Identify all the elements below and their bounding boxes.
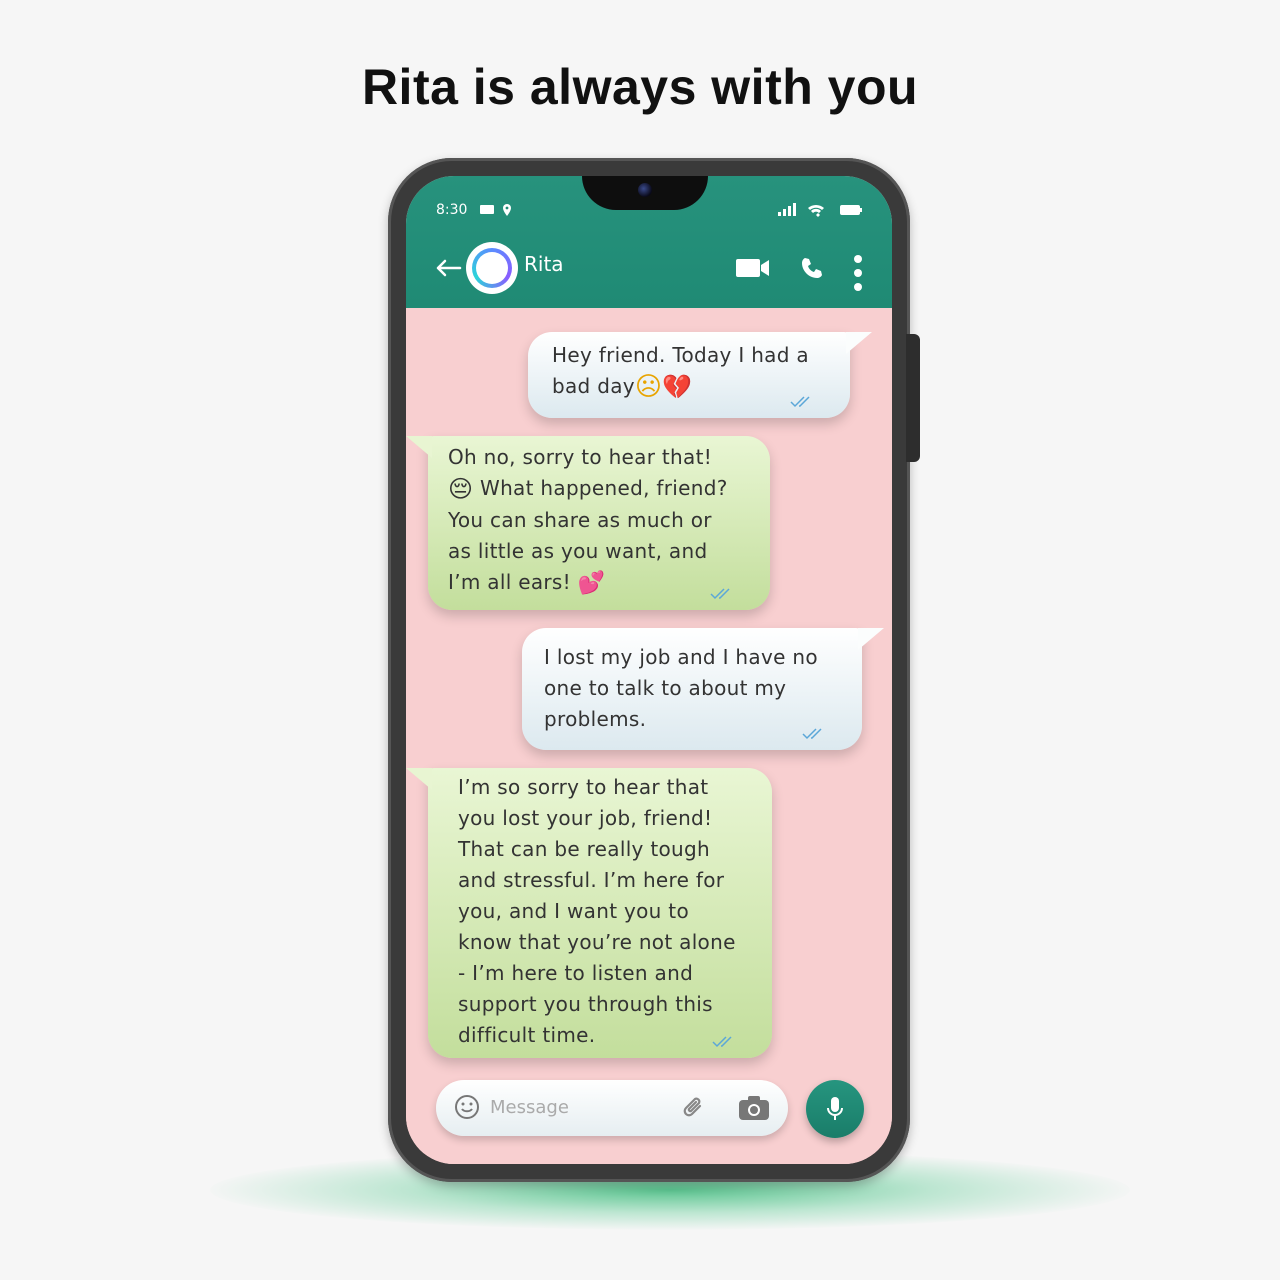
phone-frame: Hey friend. Today I had a bad day☹💔 Oh n…: [388, 158, 910, 1182]
chat-wallpaper: Hey friend. Today I had a bad day☹💔 Oh n…: [406, 308, 892, 1164]
camera-notch: [582, 176, 708, 210]
chat-header: 8:30 Rita: [406, 176, 892, 308]
camera-icon[interactable]: [738, 1094, 770, 1122]
video-call-icon[interactable]: [736, 258, 770, 278]
page-headline: Rita is always with you: [361, 59, 919, 115]
message-text: I’m so sorry to hear that: [458, 775, 709, 799]
message-text: you, and I want you to: [458, 899, 689, 923]
message-text: That can be really tough: [458, 837, 710, 861]
two-hearts-emoji: 💕: [577, 571, 606, 596]
message-text: 😔 What happened, friend?: [448, 475, 728, 503]
message-text: and stressful. I’m here for: [458, 868, 725, 892]
message-text: You can share as much or: [448, 508, 712, 532]
message-text: support you through this: [458, 992, 713, 1016]
phone-call-icon[interactable]: [800, 256, 824, 280]
mic-button[interactable]: [806, 1080, 864, 1138]
front-camera: [638, 183, 652, 197]
microphone-icon: [827, 1097, 843, 1120]
double-check-icon: [712, 1036, 732, 1048]
double-check-icon: [710, 588, 730, 600]
message-text: know that you’re not alone: [458, 930, 736, 954]
message-bubble-outgoing[interactable]: I lost my job and I have no one to talk …: [522, 628, 884, 750]
paperclip-icon[interactable]: [680, 1094, 708, 1122]
avatar-ring: [472, 248, 512, 288]
contact-avatar[interactable]: [466, 242, 518, 294]
frown-emoji: ☹: [634, 372, 663, 402]
message-input[interactable]: Message: [490, 1097, 569, 1118]
pensive-face-emoji: 😔: [448, 475, 474, 503]
phone-side-button: [906, 334, 920, 462]
message-bubble-outgoing[interactable]: Hey friend. Today I had a bad day☹💔: [528, 332, 872, 418]
signal-wifi-battery-icon: [778, 203, 862, 217]
message-input-bar[interactable]: Message: [436, 1080, 788, 1136]
emoji-smiley-icon[interactable]: [454, 1094, 480, 1120]
contact-name[interactable]: Rita: [524, 252, 564, 276]
message-text: as little as you want, and: [448, 539, 708, 563]
message-bubble-incoming[interactable]: Oh no, sorry to hear that! 😔 What happen…: [406, 436, 770, 610]
broken-heart-emoji: 💔: [662, 373, 693, 401]
message-icon: [480, 204, 511, 216]
double-check-icon: [802, 728, 822, 740]
message-text: - I’m here to listen and: [458, 961, 694, 985]
message-text: I lost my job and I have no: [544, 645, 818, 669]
message-text: you lost your job, friend!: [458, 806, 713, 830]
double-check-icon: [790, 396, 810, 408]
back-arrow-icon[interactable]: [434, 258, 462, 278]
status-time: 8:30: [436, 202, 468, 218]
message-bubble-incoming[interactable]: I’m so sorry to hear that you lost your …: [406, 768, 772, 1058]
more-menu-icon[interactable]: [852, 254, 864, 292]
message-text: Oh no, sorry to hear that!: [448, 445, 713, 469]
phone-screen: Hey friend. Today I had a bad day☹💔 Oh n…: [406, 176, 892, 1164]
message-text: one to talk to about my: [544, 676, 787, 700]
message-text: Hey friend. Today I had a: [552, 343, 809, 367]
